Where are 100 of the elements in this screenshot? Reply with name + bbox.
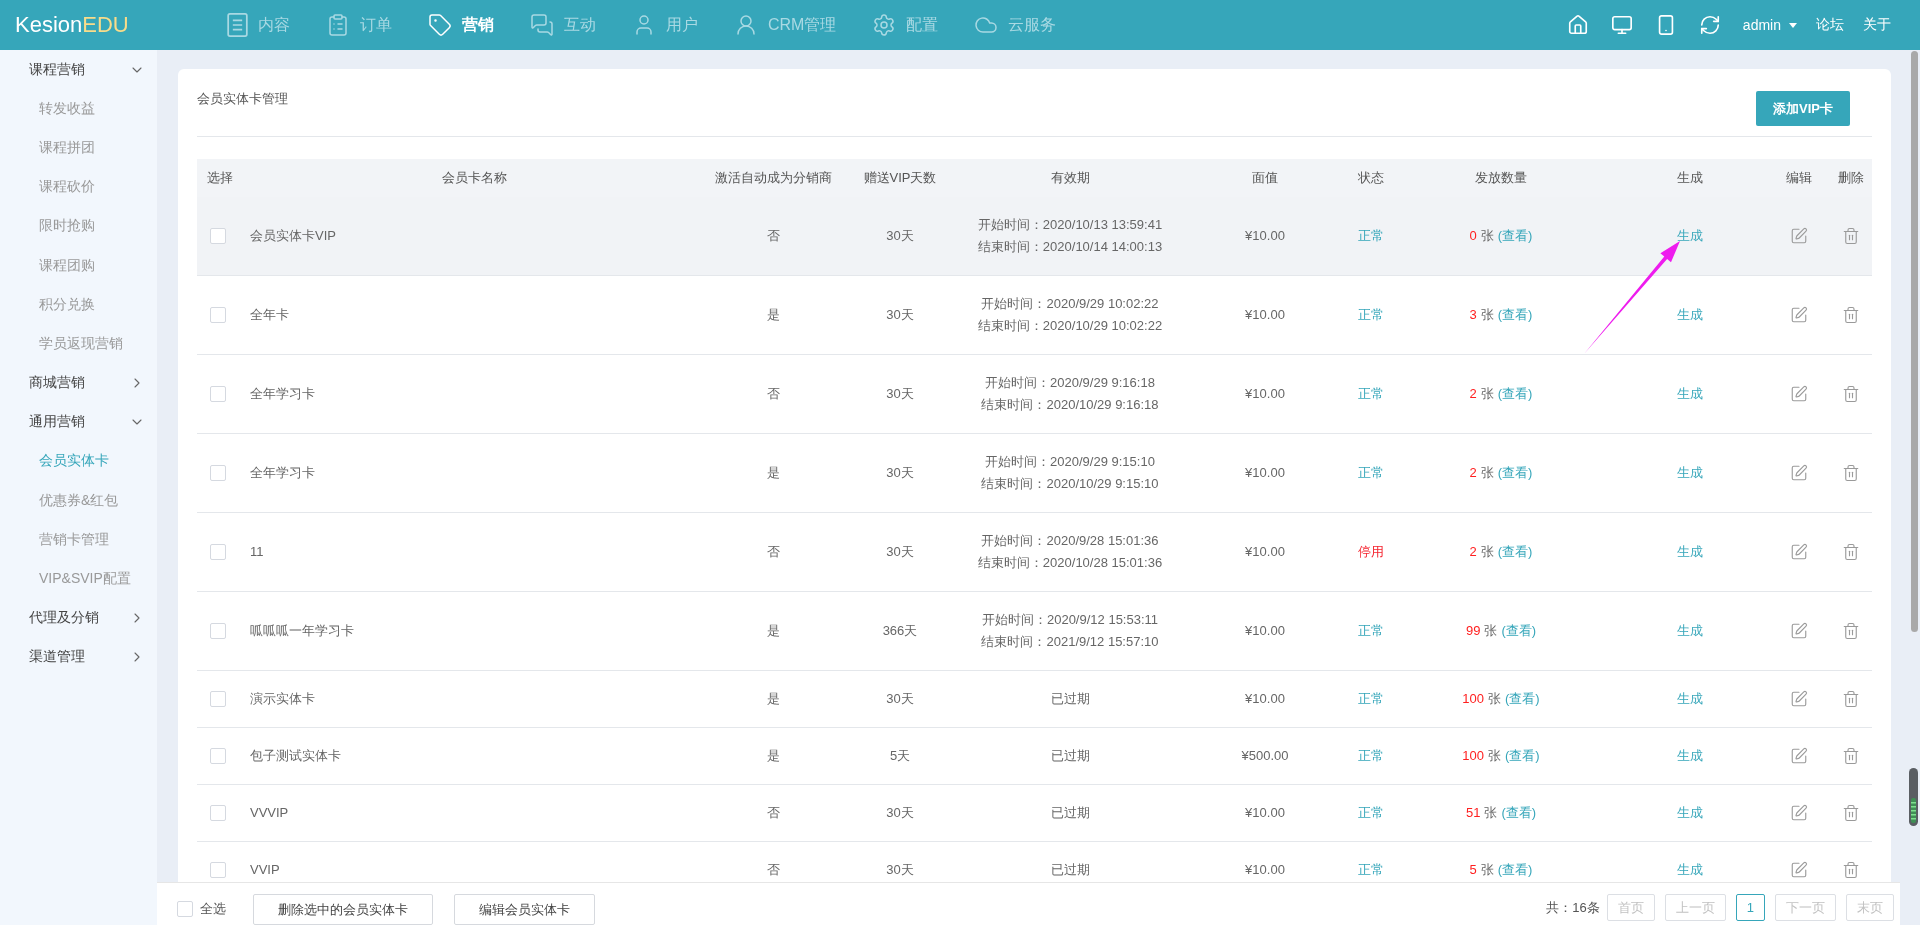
checkbox[interactable] (210, 544, 226, 560)
sidebar-item[interactable]: 优惠券&红包 (0, 481, 157, 521)
sidebar-item[interactable]: 课程拼团 (0, 128, 157, 168)
action-button[interactable]: 编辑会员实体卡 (454, 894, 595, 925)
sidebar-item[interactable]: 限时抢购 (0, 206, 157, 246)
nav-item[interactable]: 内容 (227, 13, 290, 37)
edit-icon[interactable] (1790, 227, 1808, 245)
checkbox[interactable] (210, 386, 226, 402)
settings-icon (872, 13, 897, 37)
view-link[interactable]: (查看) (1501, 802, 1537, 824)
nav-item[interactable]: 订单 (326, 13, 392, 37)
start-time: 开始时间：2020/9/29 9:15:10 (985, 453, 1155, 471)
trash-icon[interactable] (1841, 804, 1860, 822)
table-cell-text: 是 (765, 747, 781, 765)
sidebar-group[interactable]: 代理及分销 (0, 598, 157, 638)
generate-link[interactable]: 生成 (1677, 228, 1703, 243)
view-link[interactable]: (查看) (1497, 383, 1533, 405)
generate-link[interactable]: 生成 (1677, 465, 1703, 480)
edit-icon[interactable] (1790, 804, 1808, 822)
generate-link[interactable]: 生成 (1677, 386, 1703, 401)
checkbox[interactable] (210, 748, 226, 764)
table-cell-text: 30天 (885, 690, 915, 708)
checkbox[interactable] (210, 465, 226, 481)
trash-icon[interactable] (1841, 385, 1860, 403)
monitor-icon[interactable] (1610, 14, 1633, 36)
column-header: 删除 (1836, 169, 1865, 187)
checkbox[interactable] (210, 623, 226, 639)
trash-icon[interactable] (1841, 543, 1860, 561)
start-time: 开始时间：2020/9/12 15:53:11 (981, 611, 1159, 629)
checkbox[interactable] (210, 307, 226, 323)
trash-icon[interactable] (1841, 306, 1860, 324)
view-link[interactable]: (查看) (1497, 859, 1533, 881)
view-link[interactable]: (查看) (1501, 620, 1537, 642)
generate-link[interactable]: 生成 (1677, 623, 1703, 638)
card-name: 包子测试实体卡 (249, 747, 342, 765)
view-link[interactable]: (查看) (1505, 688, 1540, 710)
view-link[interactable]: (查看) (1505, 745, 1540, 767)
action-button[interactable]: 删除选中的会员实体卡 (253, 894, 433, 925)
edit-icon[interactable] (1790, 861, 1808, 879)
edit-icon[interactable] (1790, 543, 1808, 561)
refresh-icon[interactable] (1698, 14, 1721, 36)
tag-icon (428, 13, 452, 37)
trash-icon[interactable] (1841, 747, 1860, 765)
trash-icon[interactable] (1841, 464, 1860, 482)
generate-link[interactable]: 生成 (1677, 307, 1703, 322)
checkbox[interactable] (210, 691, 226, 707)
trash-icon[interactable] (1841, 690, 1860, 708)
view-link[interactable]: (查看) (1497, 462, 1533, 484)
sidebar-item[interactable]: 转发收益 (0, 89, 157, 129)
top-link[interactable]: 论坛 (1816, 16, 1844, 34)
unit-text: 张 (1484, 804, 1498, 822)
sidebar-group[interactable]: 商城营销 (0, 363, 157, 403)
trash-icon[interactable] (1841, 861, 1860, 879)
end-time: 结束时间：2020/10/28 15:01:36 (977, 554, 1163, 572)
generate-link[interactable]: 生成 (1677, 691, 1703, 706)
edit-icon[interactable] (1790, 622, 1808, 640)
nav-item[interactable]: 云服务 (974, 13, 1057, 37)
sidebar-item[interactable]: 会员实体卡 (0, 441, 157, 482)
sidebar-item[interactable]: 学员返现营销 (0, 324, 157, 364)
view-link[interactable]: (查看) (1497, 225, 1533, 247)
checkbox[interactable] (210, 862, 226, 878)
nav-item[interactable]: 互动 (530, 13, 596, 37)
sidebar-group[interactable]: 通用营销 (0, 402, 157, 442)
edit-icon[interactable] (1790, 385, 1808, 403)
sidebar-item[interactable]: 课程砍价 (0, 167, 157, 207)
edit-icon[interactable] (1790, 306, 1808, 324)
scrollbar-thumb[interactable] (1911, 51, 1918, 632)
sidebar-item[interactable]: 营销卡管理 (0, 520, 157, 560)
top-link[interactable]: 关于 (1863, 16, 1891, 34)
sidebar-item[interactable]: 积分兑换 (0, 285, 157, 325)
generate-link[interactable]: 生成 (1677, 748, 1703, 763)
page-number[interactable]: 1 (1735, 894, 1765, 921)
issued-count: 99 (1465, 622, 1481, 640)
trash-icon[interactable] (1841, 227, 1860, 245)
generate-link[interactable]: 生成 (1677, 544, 1703, 559)
add-vip-card-button[interactable]: 添加VIP卡 (1756, 91, 1850, 126)
sidebar-group[interactable]: 课程营销 (0, 50, 157, 90)
nav-item[interactable]: CRM管理 (734, 13, 837, 37)
trash-icon[interactable] (1841, 622, 1860, 640)
checkbox[interactable] (177, 901, 193, 917)
edit-icon[interactable] (1790, 464, 1808, 482)
view-link[interactable]: (查看) (1497, 304, 1533, 326)
checkbox[interactable] (210, 228, 226, 244)
user-menu[interactable]: admin (1742, 17, 1797, 33)
nav-item[interactable]: 营销 (428, 13, 494, 37)
sidebar-item[interactable]: VIP&SVIP配置 (0, 559, 157, 599)
unit-text: 张 (1480, 306, 1494, 324)
status-text: 正常 (1358, 691, 1384, 706)
generate-link[interactable]: 生成 (1677, 862, 1703, 877)
nav-item[interactable]: 配置 (872, 13, 939, 37)
edit-icon[interactable] (1790, 747, 1808, 765)
table-cell-text: 30天 (885, 543, 915, 561)
checkbox[interactable] (210, 805, 226, 821)
sidebar-item[interactable]: 课程团购 (0, 245, 157, 286)
view-link[interactable]: (查看) (1497, 541, 1533, 563)
edit-icon[interactable] (1790, 690, 1808, 708)
generate-link[interactable]: 生成 (1677, 805, 1703, 820)
nav-item[interactable]: 用户 (632, 13, 698, 37)
sidebar-group[interactable]: 渠道管理 (0, 637, 157, 677)
home-icon[interactable] (1566, 14, 1589, 36)
